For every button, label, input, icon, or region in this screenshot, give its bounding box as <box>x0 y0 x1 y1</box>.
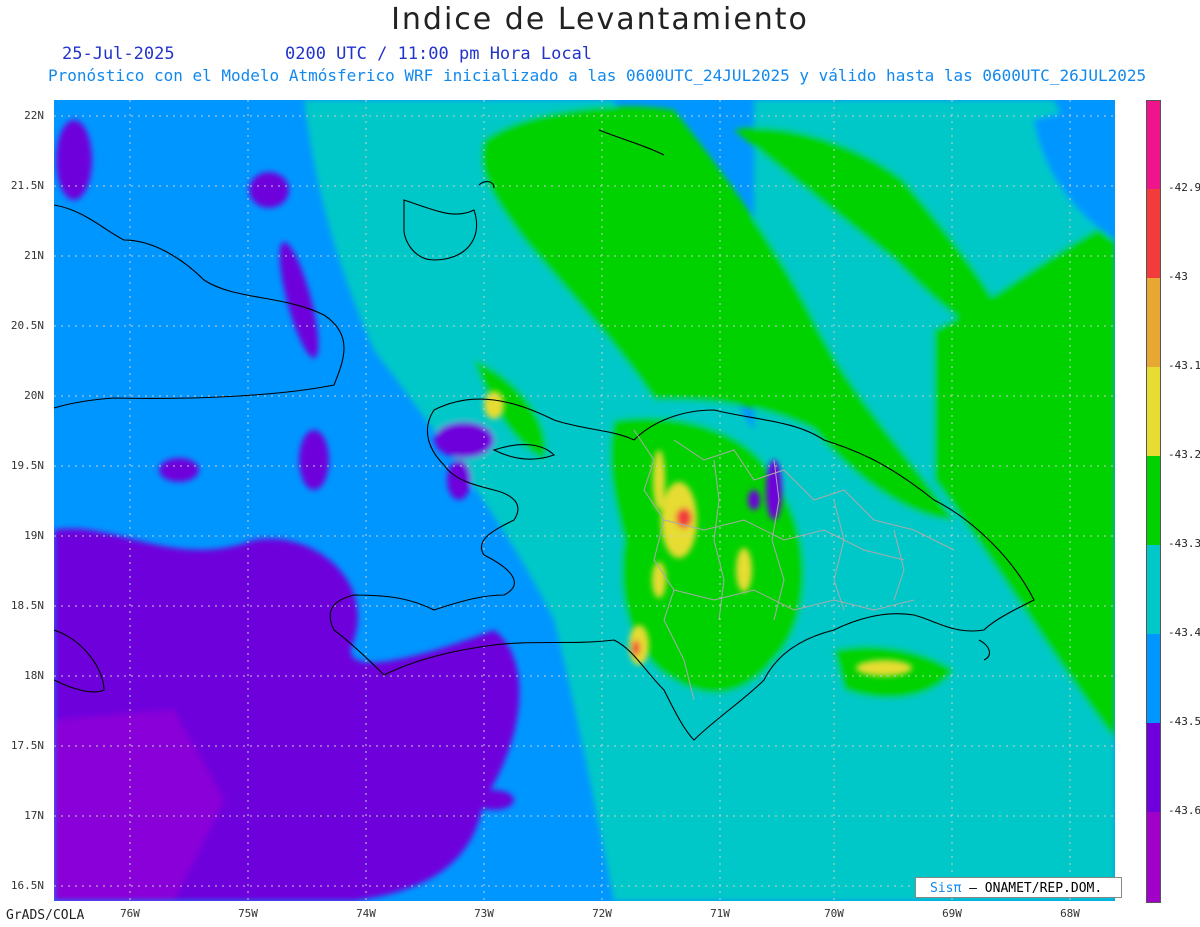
lon-label: 68W <box>1060 907 1080 920</box>
colorbar-segment <box>1147 634 1160 723</box>
colorbar-segment <box>1147 278 1160 367</box>
map-title: Indice de Levantamiento <box>391 2 809 37</box>
lon-label: 69W <box>942 907 962 920</box>
map-canvas <box>53 100 1115 901</box>
lat-label: 17.5N <box>10 739 44 752</box>
lat-label: 19.5N <box>10 459 44 472</box>
lon-label: 70W <box>824 907 844 920</box>
lat-label: 17N <box>24 809 44 822</box>
model-description: Pronóstico con el Modelo Atmósferico WRF… <box>48 66 1147 85</box>
credit-text: – ONAMET/REP.DOM. <box>969 881 1103 896</box>
lat-label: 20.5N <box>10 319 44 332</box>
lat-label: 21N <box>24 249 44 262</box>
lon-label: 73W <box>474 907 494 920</box>
colorbar-label: -43.1 <box>1168 359 1200 372</box>
lat-label: 22N <box>24 109 44 122</box>
lon-label: 76W <box>120 907 140 920</box>
forecast-date: 25-Jul-2025 <box>62 44 175 64</box>
colorbar-label: -43 <box>1168 270 1188 283</box>
credit-box: Sisπ – ONAMET/REP.DOM. <box>915 877 1122 898</box>
lat-label: 18.5N <box>10 599 44 612</box>
lat-label: 18N <box>24 669 44 682</box>
forecast-time: 0200 UTC / 11:00 pm Hora Local <box>285 44 593 64</box>
colorbar <box>1146 100 1161 903</box>
colorbar-segment <box>1147 189 1160 278</box>
colorbar-label: -43.6 <box>1168 804 1200 817</box>
lon-label: 74W <box>356 907 376 920</box>
colorbar-segment <box>1147 367 1160 456</box>
colorbar-segment <box>1147 456 1160 545</box>
colorbar-label: -43.2 <box>1168 448 1200 461</box>
footer-grads: GrADS/COLA <box>6 908 85 923</box>
lon-label: 71W <box>710 907 730 920</box>
lat-label: 20N <box>24 389 44 402</box>
colorbar-label: -43.3 <box>1168 537 1200 550</box>
credit-brand: Sisπ <box>930 881 962 896</box>
colorbar-label: -43.4 <box>1168 626 1200 639</box>
lat-label: 16.5N <box>10 879 44 892</box>
lon-label: 72W <box>592 907 612 920</box>
lat-label: 21.5N <box>10 179 44 192</box>
colorbar-segment <box>1147 812 1160 902</box>
lifted-index-map <box>53 100 1115 901</box>
colorbar-label: -43.5 <box>1168 715 1200 728</box>
colorbar-label: -42.9 <box>1168 181 1200 194</box>
colorbar-segment <box>1147 101 1160 189</box>
lon-label: 75W <box>238 907 258 920</box>
colorbar-segment <box>1147 723 1160 812</box>
lat-label: 19N <box>24 529 44 542</box>
colorbar-segment <box>1147 545 1160 634</box>
